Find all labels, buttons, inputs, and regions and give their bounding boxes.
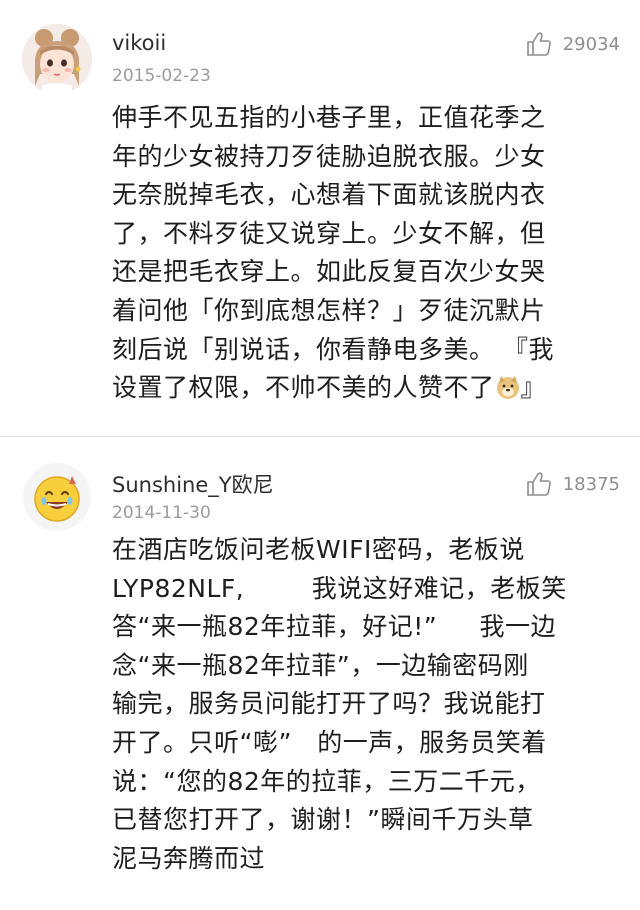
username[interactable]: Sunshine_Y欧尼 bbox=[112, 469, 274, 499]
comment-line: 着问他「你到底想怎样？」歹徒沉默片 bbox=[112, 295, 546, 325]
comment-last-line: 设置了权限，不帅不美的人赞不了』 bbox=[112, 369, 624, 408]
comment-item: Sunshine_Y欧尼 2014-11-30 18375 在酒店吃饭问老板WI… bbox=[0, 437, 640, 910]
comment-line: 无奈脱掉毛衣，心想着下面就该脱内衣 bbox=[112, 180, 546, 210]
user-avatar[interactable] bbox=[22, 462, 92, 532]
comment-line: 伸手不见五指的小巷子里，正值花季之 bbox=[112, 103, 546, 132]
user-avatar[interactable] bbox=[22, 24, 92, 94]
like-count: 18375 bbox=[562, 473, 620, 495]
username[interactable]: vikoii bbox=[112, 31, 166, 55]
comment-line: 还是把毛衣穿上。如此反复百次少女哭 bbox=[112, 257, 546, 287]
comment-line: 已替您打开了，谢谢！”瞬间千万头草 bbox=[112, 805, 534, 835]
thumbs-up-icon bbox=[526, 32, 551, 56]
comment-line: 年的少女被持刀歹徒胁迫脱衣服。少女 bbox=[112, 141, 546, 171]
laughing-emoji-icon bbox=[23, 463, 91, 531]
comment-item: vikoii 2015-02-23 29034 伸手不见五指的小巷子里，正值花季… bbox=[0, 0, 640, 436]
comment-line: 在酒店吃饭问老板WIFI密码，老板说 bbox=[112, 535, 525, 564]
comment-line: 泥马奔腾而过 bbox=[112, 843, 266, 873]
thumbs-up-icon bbox=[526, 472, 551, 496]
comment-line: 念“来一瓶82年拉菲”，一边输密码刚 bbox=[112, 650, 529, 680]
like-button[interactable]: 18375 bbox=[525, 470, 620, 498]
comment-line: 说：“您的82年的拉菲，三万二千元， bbox=[112, 766, 541, 796]
comment-line: 开了。只听“嘭” 的一声，服务员笑着 bbox=[112, 727, 547, 757]
like-count: 29034 bbox=[562, 33, 620, 55]
comment-date: 2014-11-30 bbox=[112, 503, 211, 523]
comment-line-text: 设置了权限，不帅不美的人赞不了 bbox=[112, 373, 495, 403]
comment-line: 刻后说「别说话，你看静电多美。 『我 bbox=[112, 334, 554, 364]
comment-line: LYP82NLF, 我说这好难记，老板笑 bbox=[112, 573, 567, 603]
like-button[interactable]: 29034 bbox=[525, 30, 620, 58]
girl-avatar-icon bbox=[22, 24, 92, 94]
doge-emoji-icon bbox=[496, 376, 519, 400]
comment-body: 伸手不见五指的小巷子里，正值花季之 年的少女被持刀歹徒胁迫脱衣服。少女 无奈脱掉… bbox=[112, 99, 624, 408]
comment-line: 答“来一瓶82年拉菲，好记!” 我一边 bbox=[112, 612, 556, 642]
comment-line: 输完，服务员问能打开了吗？我说能打 bbox=[112, 689, 546, 719]
comment-line-text: 』 bbox=[520, 373, 547, 403]
comment-body: 在酒店吃饭问老板WIFI密码，老板说 LYP82NLF, 我说这好难记，老板笑 … bbox=[112, 531, 624, 878]
comment-date: 2015-02-23 bbox=[112, 66, 211, 86]
comment-line: 了，不料歹徒又说穿上。少女不解，但 bbox=[112, 218, 546, 248]
